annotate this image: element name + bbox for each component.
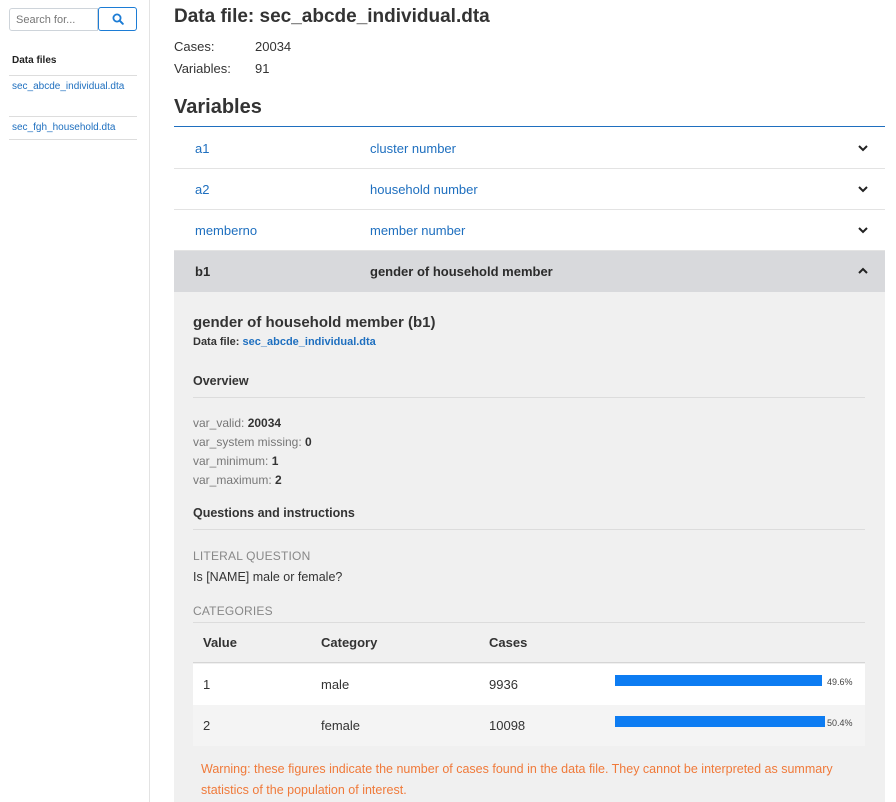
variable-name[interactable]: b1	[195, 264, 210, 279]
detail-data-file-label: Data file:	[193, 336, 240, 348]
category-value: 2	[203, 718, 211, 733]
data-file-list: sec_abcde_individual.dta sec_fgh_househo…	[9, 75, 137, 140]
percent-label: 50.4%	[827, 718, 853, 728]
variables-label: Variables:	[174, 61, 231, 76]
questions-divider	[193, 529, 865, 530]
cases-label: Cases:	[174, 39, 215, 54]
table-row: 2 female 10098 50.4%	[193, 705, 865, 746]
variable-row[interactable]: a2 household number	[174, 169, 885, 210]
page-title: Data file: sec_abcde_individual.dta	[174, 6, 490, 27]
stat-label: var_valid:	[193, 416, 245, 430]
variables-value: 91	[255, 61, 270, 76]
percent-bar-fill	[615, 675, 822, 686]
category-cases: 9936	[489, 677, 518, 692]
stat-value: 0	[305, 435, 312, 449]
search-form	[9, 7, 137, 31]
column-header-cases: Cases	[489, 635, 528, 650]
stat-value: 1	[271, 454, 279, 468]
categories-label: CATEGORIES	[193, 604, 273, 618]
chevron-down-icon[interactable]	[857, 183, 869, 195]
stat-var-valid: var_valid: 20034	[193, 416, 281, 430]
variable-row[interactable]: a1 cluster number	[174, 128, 885, 169]
stat-var-minimum: var_minimum: 1	[193, 454, 278, 468]
detail-data-file-link[interactable]: sec_abcde_individual.dta	[243, 336, 376, 348]
table-header: Value Category Cases	[193, 622, 865, 663]
chevron-up-icon[interactable]	[857, 265, 869, 277]
overview-divider	[193, 397, 865, 398]
cases-value: 20034	[255, 39, 292, 54]
search-icon	[112, 13, 124, 25]
data-file-link[interactable]: sec_abcde_individual.dta	[9, 76, 137, 117]
literal-question-text: Is [NAME] male or female?	[193, 570, 343, 584]
warning-message: Warning: these figures indicate the numb…	[201, 762, 833, 797]
stat-label: var_minimum:	[193, 454, 269, 468]
variables-meta: Variables: 91	[174, 61, 269, 76]
search-input[interactable]	[9, 8, 98, 31]
table-row: 1 male 9936 49.6%	[193, 664, 865, 705]
variable-row-expanded[interactable]: b1 gender of household member	[174, 251, 885, 292]
literal-question-label: LITERAL QUESTION	[193, 549, 311, 563]
sidebar-heading: Data files	[12, 55, 57, 66]
detail-data-file: Data file: sec_abcde_individual.dta	[193, 336, 376, 348]
cases-meta: Cases: 20034	[174, 39, 291, 54]
column-header-category: Category	[321, 635, 378, 650]
stat-label: var_system missing:	[193, 435, 302, 449]
percent-bar	[615, 675, 825, 686]
stat-value: 2	[275, 473, 282, 487]
search-button[interactable]	[98, 7, 137, 31]
stat-var-system-missing: var_system missing: 0	[193, 435, 312, 449]
stat-label: var_maximum:	[193, 473, 272, 487]
variable-label[interactable]: member number	[370, 223, 465, 238]
detail-title: gender of household member (b1)	[193, 314, 436, 331]
variable-label[interactable]: household number	[370, 182, 478, 197]
sidebar: Data files sec_abcde_individual.dta sec_…	[0, 0, 150, 802]
category-name: female	[321, 718, 361, 733]
variable-name[interactable]: memberno	[195, 223, 257, 238]
questions-heading: Questions and instructions	[193, 506, 355, 520]
variables-heading: Variables	[174, 96, 262, 118]
column-header-value: Value	[203, 635, 237, 650]
variable-name[interactable]: a2	[195, 182, 209, 197]
chevron-down-icon[interactable]	[857, 142, 869, 154]
category-cases: 10098	[489, 718, 526, 733]
variable-label[interactable]: gender of household member	[370, 264, 553, 279]
category-name: male	[321, 677, 350, 692]
percent-bar	[615, 716, 825, 727]
variable-name[interactable]: a1	[195, 141, 209, 156]
variables-divider	[174, 126, 885, 127]
overview-heading: Overview	[193, 374, 249, 388]
variable-detail-panel: gender of household member (b1) Data fil…	[174, 292, 885, 802]
data-file-link[interactable]: sec_fgh_household.dta	[9, 117, 137, 140]
variable-row[interactable]: memberno member number	[174, 210, 885, 251]
stat-value: 20034	[247, 416, 282, 430]
percent-bar-fill	[615, 716, 825, 727]
stat-var-maximum: var_maximum: 2	[193, 473, 282, 487]
percent-label: 49.6%	[827, 677, 853, 687]
category-value: 1	[203, 677, 211, 692]
variable-label[interactable]: cluster number	[370, 141, 456, 156]
chevron-down-icon[interactable]	[857, 224, 869, 236]
